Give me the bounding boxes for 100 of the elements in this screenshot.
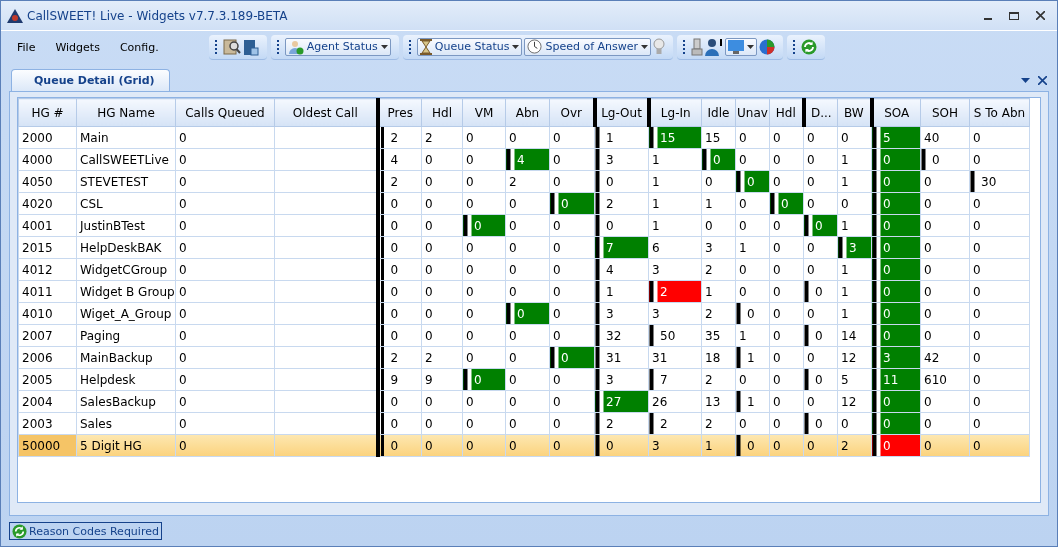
menu-item[interactable]: Config. (109, 40, 169, 54)
table-row[interactable]: 4050 STEVETEST 0 2 0 0 2 0 0 1 0 0 0 0 1 0 0 30 (18, 170, 1030, 193)
table-row[interactable]: 2000 Main 0 2 2 0 0 0 1 15 15 0 0 0 0 5 40 0 (18, 126, 1030, 149)
table-cell: 4012 (18, 258, 77, 281)
table-cell: 2 (377, 170, 422, 193)
table-cell: 0 (735, 280, 770, 303)
column-header[interactable]: S To Abn (969, 98, 1030, 127)
tab[interactable]: Queue Detail (Grid) (11, 69, 170, 91)
table-cell: 0 (462, 302, 506, 325)
table-cell: 1 (837, 214, 872, 237)
column-header[interactable]: Lg-In (648, 98, 702, 127)
speed-of-answer-dropdown[interactable]: Speed of Answer (524, 37, 652, 56)
person-alert-icon[interactable] (705, 37, 724, 56)
table-cell: 0 (549, 148, 595, 171)
table-cell: 2015 (18, 236, 77, 259)
table-cell: 27 (594, 390, 649, 413)
table-cell: 0 (769, 368, 804, 391)
refresh-icon[interactable] (12, 523, 27, 539)
table-cell: 26 (648, 390, 702, 413)
table-cell: 0 (549, 302, 595, 325)
table-cell: 0 (969, 192, 1030, 215)
clipboard-icon[interactable] (242, 37, 259, 56)
column-header[interactable]: Unav (735, 98, 770, 127)
table-cell: 0 (175, 280, 275, 303)
dropdown-arrow-icon[interactable] (1021, 78, 1030, 83)
column-header[interactable]: Lg-Out (594, 98, 649, 127)
table-row[interactable]: 4010 Wiget_A_Group 0 0 0 0 0 0 3 3 2 0 0 0 1 0 0 0 (18, 302, 1030, 325)
table-cell: STEVETEST (76, 170, 176, 193)
table-cell: 0 (175, 302, 275, 325)
table-cell: 0 (769, 148, 804, 171)
table-cell: 0 (377, 302, 422, 325)
table-cell: 4001 (18, 214, 77, 237)
maximize-icon[interactable] (1009, 11, 1019, 20)
table-cell: 2004 (18, 390, 77, 413)
table-cell: 0 (920, 324, 970, 347)
table-cell: 0 (505, 390, 550, 413)
table-cell: 0 (837, 192, 872, 215)
column-header[interactable]: Hdl (769, 98, 804, 127)
table-row[interactable]: 4020 CSL 0 0 0 0 0 0 2 1 1 0 0 0 0 0 0 0 (18, 192, 1030, 215)
table-cell: 0 (969, 126, 1030, 149)
table-row[interactable]: 2015 HelpDeskBAK 0 0 0 0 0 0 7 6 3 1 0 0 3 0 0 0 (18, 236, 1030, 259)
column-header[interactable]: Ovr (549, 98, 595, 127)
column-header[interactable]: BW (837, 98, 872, 127)
column-header[interactable]: D... (803, 98, 838, 127)
menu-item[interactable]: File (7, 40, 46, 54)
column-header[interactable]: HG Name (76, 98, 176, 127)
table-row[interactable]: 4000 CallSWEETLive 0 4 0 0 4 0 3 1 0 0 0 0 1 0 0 0 (18, 148, 1030, 171)
table-row[interactable]: 4012 WidgetCGroup 0 0 0 0 0 0 4 3 2 0 0 0 1 0 0 0 (18, 258, 1030, 281)
column-header[interactable]: VM (462, 98, 506, 127)
table-cell: 0 (175, 346, 275, 369)
table-cell: 1 (701, 434, 736, 457)
queue-status-dropdown[interactable]: Queue Status (416, 37, 523, 56)
table-cell: 610 (920, 368, 970, 391)
table-cell: 0 (505, 236, 550, 259)
window-title: CallSWEET! Live - Widgets v7.7.3.189-BETA (27, 8, 289, 23)
table-row[interactable]: 2004 SalesBackup 0 0 0 0 0 0 27 26 13 1 0 0 12 0 0 0 (18, 390, 1030, 413)
table-cell: 2003 (18, 412, 77, 435)
table-row[interactable]: 2006 MainBackup 0 2 2 0 0 0 31 31 18 1 0 0 12 3 42 0 (18, 346, 1030, 369)
close-icon[interactable] (1038, 76, 1047, 85)
table-cell: 0 (505, 280, 550, 303)
table-cell: 7 (648, 368, 702, 391)
table-row[interactable]: 2003 Sales 0 0 0 0 0 0 2 2 2 0 0 0 0 0 0 0 (18, 412, 1030, 435)
table-cell: 0 (462, 434, 506, 457)
table-cell: 1 (735, 346, 770, 369)
table-cell: 0 (175, 368, 275, 391)
document-search-icon[interactable] (222, 37, 241, 56)
table-cell: 0 (377, 258, 422, 281)
table-cell: 0 (969, 390, 1030, 413)
reason-codes-button[interactable]: Reason Codes Required (9, 522, 162, 540)
column-header[interactable]: Abn (505, 98, 550, 127)
table-cell: 0 (769, 214, 804, 237)
table-cell: 0 (377, 214, 422, 237)
table-row[interactable]: 2007 Paging 0 0 0 0 0 0 32 50 35 1 0 0 14 0 0 0 (18, 324, 1030, 347)
table-cell: 0 (920, 302, 970, 325)
close-icon[interactable] (1035, 11, 1045, 20)
table-cell: 0 (421, 280, 463, 303)
column-header[interactable]: Oldest Call (274, 98, 378, 127)
menu-item[interactable]: Widgets (45, 40, 110, 54)
caret-icon (380, 44, 388, 49)
column-header[interactable]: Idle (701, 98, 736, 127)
table-row[interactable]: 50000 5 Digit HG 0 0 0 0 0 0 0 3 1 0 0 0 2 0 0 0 (18, 434, 1030, 457)
column-header[interactable]: Calls Queued (175, 98, 275, 127)
table-cell: 0 (735, 214, 770, 237)
table-row[interactable]: 4001 JustinBTest 0 0 0 0 0 0 0 1 0 0 0 0 1 0 0 0 (18, 214, 1030, 237)
column-header[interactable]: SOA (871, 98, 921, 127)
table-cell: 0 (175, 324, 275, 347)
table-cell: 0 (421, 412, 463, 435)
table-row[interactable]: 4011 Widget B Group 0 0 0 0 0 0 1 2 1 0 0 0 1 0 0 0 (18, 280, 1030, 303)
column-header[interactable]: Hdl (421, 98, 463, 127)
table-cell: 3 (648, 302, 702, 325)
table-cell: 2 (594, 192, 649, 215)
column-header[interactable]: Pres (377, 98, 422, 127)
monitor-dropdown[interactable] (725, 37, 758, 56)
table-row[interactable]: 2005 Helpdesk 0 9 9 0 0 0 3 7 2 0 0 0 5 11 610 0 (18, 368, 1030, 391)
table-cell: SalesBackup (76, 390, 176, 413)
pie-chart-icon[interactable] (759, 38, 776, 55)
refresh-icon[interactable] (801, 38, 818, 55)
agent-status-dropdown[interactable]: Agent Status (284, 37, 391, 56)
column-header[interactable]: HG # (18, 98, 77, 127)
column-header[interactable]: SOH (920, 98, 970, 127)
